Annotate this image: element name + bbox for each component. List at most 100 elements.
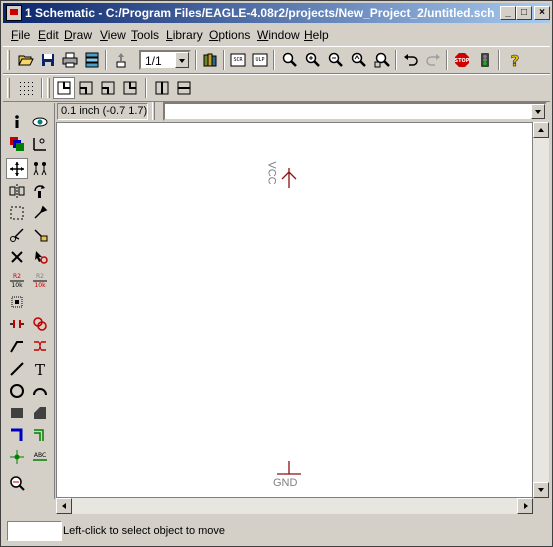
scroll-right-button[interactable] [517,498,533,514]
menu-help[interactable]: Help [304,28,329,42]
scroll-down-button[interactable] [533,482,549,498]
scrollbar-corner [533,498,549,514]
redo-icon[interactable] [422,49,444,71]
wire-bend-1-icon[interactable] [75,77,97,99]
wire-bend-5-icon[interactable] [173,77,195,99]
zoom-in-icon[interactable] [302,49,324,71]
split-icon[interactable] [6,313,28,334]
zoom-fit-icon[interactable] [279,49,301,71]
grid-icon[interactable] [15,77,37,99]
script-icon[interactable]: SCR [227,49,249,71]
vertical-scrollbar[interactable] [533,122,549,498]
schematic-canvas[interactable]: VCC GND [56,122,533,498]
text-icon[interactable]: T [29,358,51,379]
menu-options[interactable]: Options [209,28,250,42]
rotate-icon[interactable] [29,180,51,201]
polygon-icon[interactable] [29,402,51,423]
bus-icon[interactable] [6,424,28,445]
miter-icon[interactable] [6,335,28,356]
library-icon[interactable] [199,49,221,71]
menu-library[interactable]: Library [166,28,203,42]
maximize-button[interactable]: □ [516,6,532,20]
add-icon[interactable] [29,246,51,267]
wire-bend-0-icon[interactable] [53,77,75,99]
minimize-button[interactable]: _ [500,6,516,20]
toolbar-grip[interactable] [152,102,155,120]
ulp-icon[interactable]: ULP [249,49,271,71]
undo-icon[interactable] [400,49,422,71]
svg-text:SCR: SCR [233,57,243,63]
mirror-icon[interactable] [6,180,28,201]
title-bar[interactable]: 1 Schematic - C:/Program Files/EAGLE-4.0… [3,3,550,23]
menu-edit-label: dit [46,28,59,42]
toolbar-grip[interactable] [47,78,50,98]
erc-icon[interactable] [6,472,28,493]
save-icon[interactable] [37,49,59,71]
name-icon[interactable]: R2 10k [6,269,28,290]
toolbar-grip[interactable] [7,50,10,70]
zoom-out-icon[interactable] [325,49,347,71]
menu-edit[interactable]: Edit [38,28,59,42]
smash-icon[interactable] [6,291,28,312]
group-icon[interactable] [6,202,28,223]
chevron-down-icon[interactable] [175,52,189,68]
horizontal-scrollbar[interactable] [56,498,533,514]
svg-text:R2: R2 [13,273,21,280]
svg-text:ABC: ABC [34,452,46,459]
main-toolbar: 1/1 SCR ULP STOP ? [3,46,550,74]
app-icon[interactable] [6,5,22,21]
gateswap-icon[interactable] [29,335,51,356]
sheet-icon[interactable] [110,49,132,71]
label-icon[interactable]: ABC [29,446,51,467]
menu-draw[interactable]: Draw [64,28,92,42]
sheet-select[interactable]: 1/1 [139,50,191,70]
command-input[interactable] [163,102,547,121]
open-icon[interactable] [15,49,37,71]
toolbar-separator [223,50,225,70]
stop-icon[interactable]: STOP [451,49,473,71]
svg-text:?: ? [511,52,520,68]
cut-icon[interactable] [6,224,28,245]
toolbar-grip[interactable] [7,78,10,98]
scroll-up-button[interactable] [533,122,549,138]
display-layers-icon[interactable] [6,133,28,154]
wire-bend-4-icon[interactable] [151,77,173,99]
menu-help-mnemonic: H [304,28,313,42]
move-icon[interactable] [6,158,28,179]
change-icon[interactable] [29,202,51,223]
zoom-select-icon[interactable] [371,49,393,71]
toolbar-separator [498,50,500,70]
value-icon[interactable]: R2 10k [29,269,51,290]
paste-icon[interactable] [29,224,51,245]
menu-view[interactable]: View [100,28,126,42]
menu-bar: File Edit Draw View Tools Library Option… [3,25,550,44]
delete-icon[interactable] [6,246,28,267]
invoke-icon[interactable] [29,313,51,334]
junction-icon[interactable] [6,446,28,467]
go-icon[interactable] [474,49,496,71]
menu-window[interactable]: Window [257,28,300,42]
wire-bend-3-icon[interactable] [119,77,141,99]
copy-icon[interactable] [29,158,51,179]
arc-icon[interactable] [29,380,51,401]
cam-icon[interactable] [81,49,103,71]
wire-icon[interactable] [6,358,28,379]
show-icon[interactable] [29,111,51,132]
close-button[interactable]: × [534,6,550,20]
mark-icon[interactable] [29,133,51,154]
rect-icon[interactable] [6,402,28,423]
zoom-redraw-icon[interactable] [348,49,370,71]
menu-file[interactable]: File [11,28,30,42]
info-icon[interactable] [6,111,28,132]
help-icon[interactable]: ? [504,49,526,71]
scroll-left-button[interactable] [56,498,72,514]
menu-tools[interactable]: Tools [131,28,159,42]
circle-icon[interactable] [6,380,28,401]
net-icon[interactable] [29,424,51,445]
wire-bend-2-icon[interactable] [97,77,119,99]
print-icon[interactable] [59,49,81,71]
svg-text:ULP: ULP [255,57,264,63]
chevron-down-icon[interactable] [531,104,545,119]
status-indicator [7,521,62,541]
vcc-symbol [281,168,297,188]
